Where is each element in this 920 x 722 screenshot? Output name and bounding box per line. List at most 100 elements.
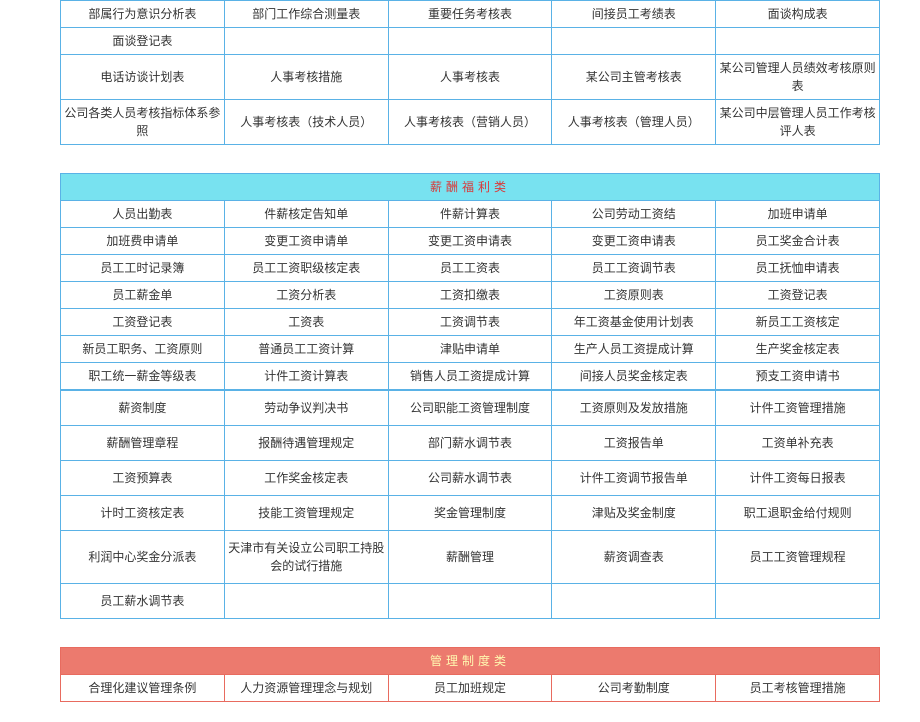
cell: 加班申请单 <box>716 201 880 228</box>
cell: 重要任务考核表 <box>388 1 552 28</box>
cell: 薪酬管理 <box>388 531 552 584</box>
cell: 员工工资表 <box>388 255 552 282</box>
cell: 工资登记表 <box>716 282 880 309</box>
table-row: 工资预算表 工作奖金核定表 公司薪水调节表 计件工资调节报告单 计件工资每日报表 <box>61 461 880 496</box>
cell: 计时工资核定表 <box>61 496 225 531</box>
cell: 某公司中层管理人员工作考核评人表 <box>716 100 880 145</box>
cell: 普通员工工资计算 <box>224 336 388 363</box>
cell: 变更工资申请表 <box>552 228 716 255</box>
cell: 间接人员奖金核定表 <box>552 363 716 390</box>
table-row: 薪酬管理章程 报酬待遇管理规定 部门薪水调节表 工资报告单 工资单补充表 <box>61 426 880 461</box>
cell: 生产人员工资提成计算 <box>552 336 716 363</box>
table-row: 公司各类人员考核指标体系参照 人事考核表（技术人员） 人事考核表（营销人员） 人… <box>61 100 880 145</box>
cell: 津贴及奖金制度 <box>552 496 716 531</box>
cell: 公司劳动工资结 <box>552 201 716 228</box>
cell: 人事考核表（营销人员） <box>388 100 552 145</box>
cell: 件薪核定告知单 <box>224 201 388 228</box>
cell: 工资原则表 <box>552 282 716 309</box>
cell: 变更工资申请单 <box>224 228 388 255</box>
table-assessment: 部属行为意识分析表 部门工作综合测量表 重要任务考核表 间接员工考绩表 面谈构成… <box>60 0 880 145</box>
cell: 工资分析表 <box>224 282 388 309</box>
cell: 员工奖金合计表 <box>716 228 880 255</box>
cell: 工资登记表 <box>61 309 225 336</box>
cell: 员工考核管理措施 <box>716 675 880 702</box>
cell: 工资报告单 <box>552 426 716 461</box>
cell: 销售人员工资提成计算 <box>388 363 552 390</box>
cell <box>388 28 552 55</box>
cell: 员工薪水调节表 <box>61 584 225 619</box>
table-row: 新员工职务、工资原则 普通员工工资计算 津贴申请单 生产人员工资提成计算 生产奖… <box>61 336 880 363</box>
cell: 薪酬管理章程 <box>61 426 225 461</box>
cell: 新员工工资核定 <box>716 309 880 336</box>
table-row: 计时工资核定表 技能工资管理规定 奖金管理制度 津贴及奖金制度 职工退职金给付规… <box>61 496 880 531</box>
cell: 工资单补充表 <box>716 426 880 461</box>
table-row: 人员出勤表 件薪核定告知单 件薪计算表 公司劳动工资结 加班申请单 <box>61 201 880 228</box>
cell: 加班费申请单 <box>61 228 225 255</box>
cell: 新员工职务、工资原则 <box>61 336 225 363</box>
cell: 报酬待遇管理规定 <box>224 426 388 461</box>
table-row: 薪资制度 劳动争议判决书 公司职能工资管理制度 工资原则及发放措施 计件工资管理… <box>61 391 880 426</box>
cell: 工资调节表 <box>388 309 552 336</box>
cell: 利润中心奖金分派表 <box>61 531 225 584</box>
table-header-row: 薪酬福利类 <box>61 174 880 201</box>
cell: 电话访谈计划表 <box>61 55 225 100</box>
cell: 天津市有关设立公司职工持股会的试行措施 <box>224 531 388 584</box>
cell: 公司职能工资管理制度 <box>388 391 552 426</box>
cell: 劳动争议判决书 <box>224 391 388 426</box>
table-row: 合理化建议管理条例 人力资源管理理念与规划 员工加班规定 公司考勤制度 员工考核… <box>61 675 880 702</box>
cell: 部门工作综合测量表 <box>224 1 388 28</box>
table-row: 工资登记表 工资表 工资调节表 年工资基金使用计划表 新员工工资核定 <box>61 309 880 336</box>
cell: 津贴申请单 <box>388 336 552 363</box>
table-management-system: 管理制度类 合理化建议管理条例 人力资源管理理念与规划 员工加班规定 公司考勤制… <box>60 647 880 702</box>
cell: 员工加班规定 <box>388 675 552 702</box>
cell: 薪资制度 <box>61 391 225 426</box>
cell: 人事考核表（技术人员） <box>224 100 388 145</box>
cell: 计件工资每日报表 <box>716 461 880 496</box>
table-row: 员工工时记录簿 员工工资职级核定表 员工工资表 员工工资调节表 员工抚恤申请表 <box>61 255 880 282</box>
table-row: 加班费申请单 变更工资申请单 变更工资申请表 变更工资申请表 员工奖金合计表 <box>61 228 880 255</box>
cell: 工资表 <box>224 309 388 336</box>
cell: 变更工资申请表 <box>388 228 552 255</box>
cell: 年工资基金使用计划表 <box>552 309 716 336</box>
table-row: 面谈登记表 <box>61 28 880 55</box>
cell: 工资扣缴表 <box>388 282 552 309</box>
cell: 面谈构成表 <box>716 1 880 28</box>
cell: 员工工资管理规程 <box>716 531 880 584</box>
cell: 公司薪水调节表 <box>388 461 552 496</box>
cell: 人力资源管理理念与规划 <box>224 675 388 702</box>
cell: 员工抚恤申请表 <box>716 255 880 282</box>
cell <box>224 28 388 55</box>
cell: 职工退职金给付规则 <box>716 496 880 531</box>
table-row: 员工薪金单 工资分析表 工资扣缴表 工资原则表 工资登记表 <box>61 282 880 309</box>
table-row: 员工薪水调节表 <box>61 584 880 619</box>
cell: 人员出勤表 <box>61 201 225 228</box>
table-row: 电话访谈计划表 人事考核措施 人事考核表 某公司主管考核表 某公司管理人员绩效考… <box>61 55 880 100</box>
table-header-row: 管理制度类 <box>61 648 880 675</box>
cell: 奖金管理制度 <box>388 496 552 531</box>
cell: 人事考核措施 <box>224 55 388 100</box>
cell: 技能工资管理规定 <box>224 496 388 531</box>
cell: 职工统一薪金等级表 <box>61 363 225 390</box>
cell <box>716 584 880 619</box>
cell: 部属行为意识分析表 <box>61 1 225 28</box>
cell <box>552 584 716 619</box>
table-row: 利润中心奖金分派表 天津市有关设立公司职工持股会的试行措施 薪酬管理 薪资调查表… <box>61 531 880 584</box>
cell: 计件工资管理措施 <box>716 391 880 426</box>
cell: 薪资调查表 <box>552 531 716 584</box>
table-row: 部属行为意识分析表 部门工作综合测量表 重要任务考核表 间接员工考绩表 面谈构成… <box>61 1 880 28</box>
table-row: 职工统一薪金等级表 计件工资计算表 销售人员工资提成计算 间接人员奖金核定表 预… <box>61 363 880 390</box>
cell: 员工工资调节表 <box>552 255 716 282</box>
cell: 计件工资调节报告单 <box>552 461 716 496</box>
table-salary-welfare: 薪酬福利类 人员出勤表 件薪核定告知单 件薪计算表 公司劳动工资结 加班申请单 … <box>60 173 880 390</box>
cell: 工资预算表 <box>61 461 225 496</box>
table-salary-supplement: 薪资制度 劳动争议判决书 公司职能工资管理制度 工资原则及发放措施 计件工资管理… <box>60 390 880 619</box>
cell: 计件工资计算表 <box>224 363 388 390</box>
cell: 部门薪水调节表 <box>388 426 552 461</box>
cell: 合理化建议管理条例 <box>61 675 225 702</box>
cell: 人事考核表（管理人员） <box>552 100 716 145</box>
cell: 生产奖金核定表 <box>716 336 880 363</box>
cell <box>224 584 388 619</box>
section-header: 薪酬福利类 <box>61 174 880 201</box>
section-header: 管理制度类 <box>61 648 880 675</box>
cell: 人事考核表 <box>388 55 552 100</box>
